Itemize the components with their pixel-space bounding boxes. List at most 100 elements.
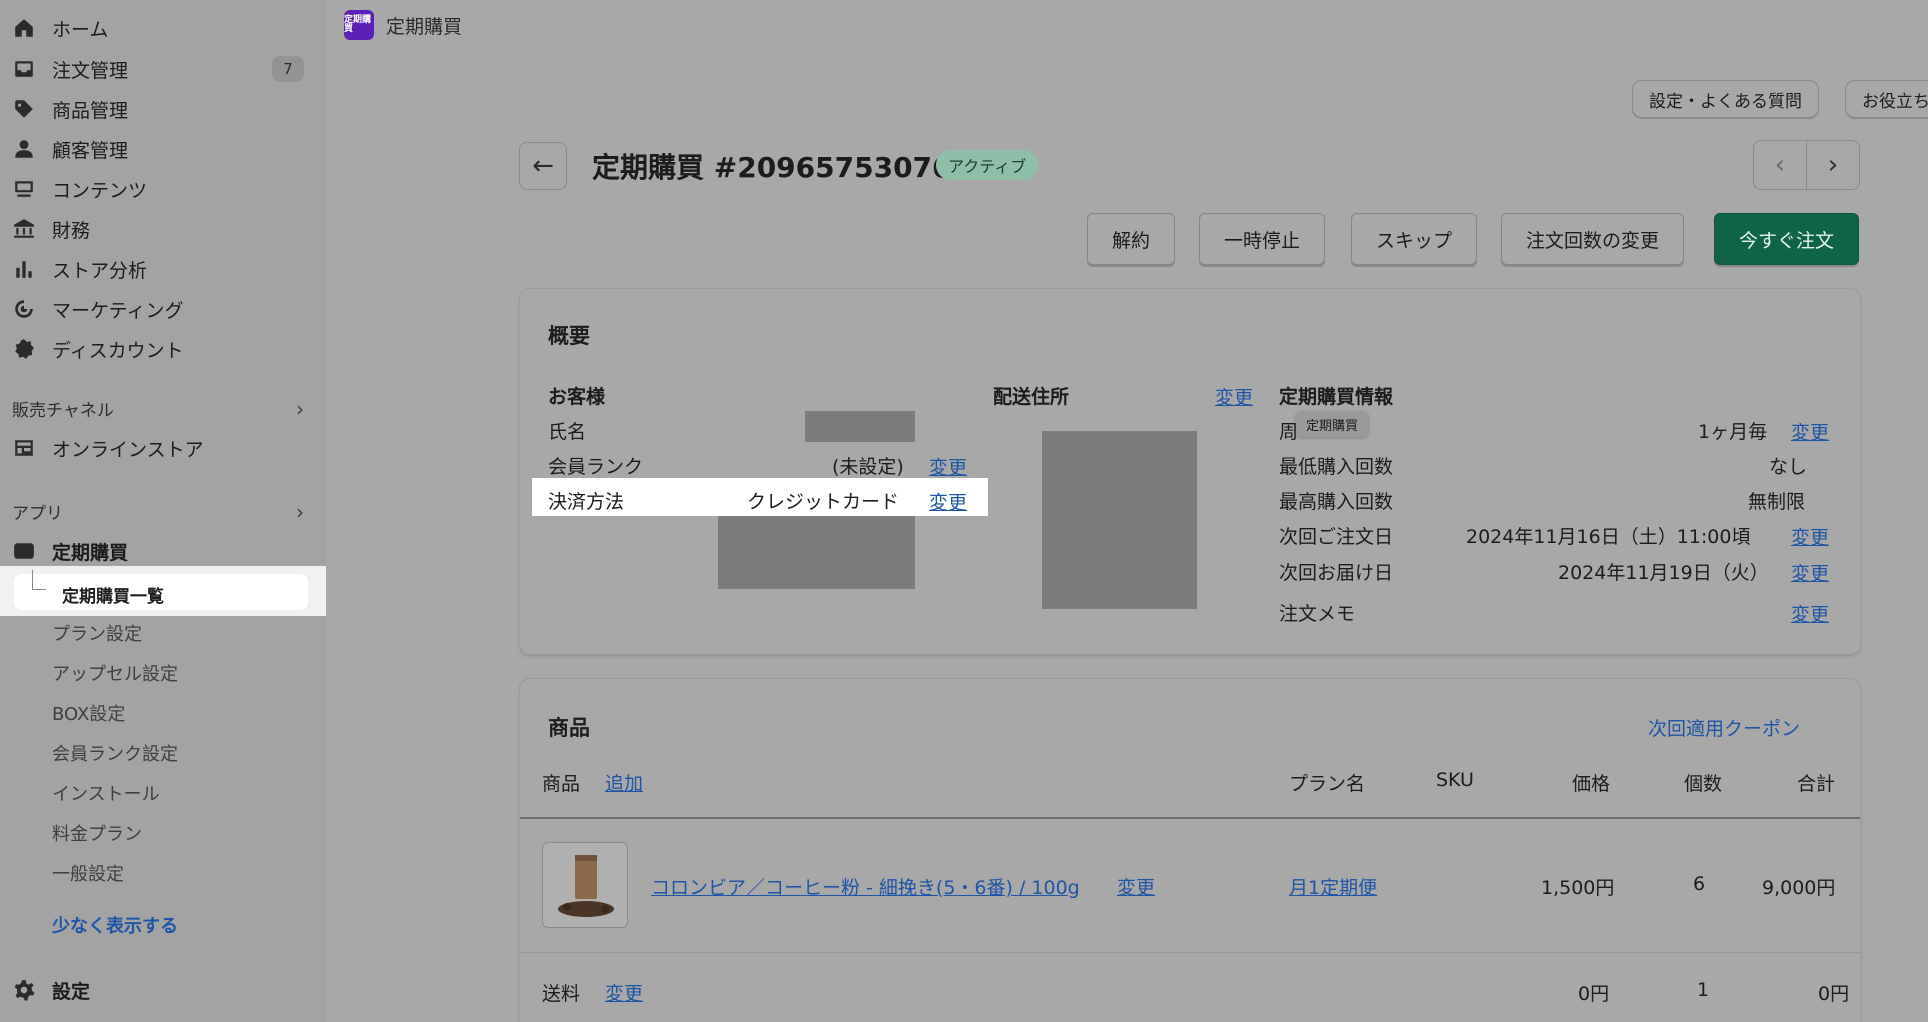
prev-button[interactable]: ‹ bbox=[1753, 140, 1807, 190]
payment-method-label: 決済方法 bbox=[548, 491, 625, 513]
sub-item-plan-settings[interactable]: プラン設定 bbox=[52, 620, 142, 646]
bank-icon bbox=[12, 217, 36, 241]
nav-content-label: コンテンツ bbox=[52, 179, 148, 202]
shipping-fee-label: 送料 bbox=[542, 983, 581, 1005]
column-product: 商品 bbox=[542, 773, 581, 795]
chevron-right-icon: › bbox=[296, 396, 304, 421]
column-price: 価格 bbox=[1572, 773, 1611, 795]
pause-button[interactable]: 一時停止 bbox=[1199, 213, 1326, 265]
member-rank-label: 会員ランク bbox=[548, 456, 644, 478]
nav-online-store[interactable]: オンラインストア bbox=[12, 431, 312, 465]
nav-app-subscription[interactable]: 定期購買 bbox=[12, 534, 312, 568]
nav-online-store-label: オンラインストア bbox=[52, 438, 204, 461]
app-logo: 定期購買 bbox=[344, 10, 374, 40]
nav-finance-label: 財務 bbox=[52, 219, 91, 242]
max-purchase-label: 最高購入回数 bbox=[1279, 491, 1394, 513]
apps-label: アプリ bbox=[12, 504, 63, 524]
chevron-left-icon: ‹ bbox=[1774, 150, 1786, 180]
app-title: 定期購買 bbox=[386, 15, 463, 38]
app-header: 定期購買 定期購買 bbox=[344, 10, 462, 40]
min-purchase-value: なし bbox=[1769, 456, 1808, 478]
faq-button[interactable]: 設定・よくある質問 bbox=[1632, 80, 1819, 118]
sales-channel-label: 販売チャネル bbox=[12, 401, 114, 421]
back-button[interactable]: ← bbox=[519, 142, 567, 190]
shipping-fee-quantity: 1 bbox=[1697, 979, 1710, 1001]
nav-products[interactable]: 商品管理 bbox=[12, 92, 312, 126]
nav-marketing-label: マーケティング bbox=[52, 299, 184, 322]
shipping-fee-price: 0円 bbox=[1578, 983, 1610, 1005]
person-icon bbox=[12, 137, 36, 161]
nav-customers-label: 顧客管理 bbox=[52, 139, 129, 162]
shipping-address-change-link[interactable]: 変更 bbox=[1215, 383, 1253, 410]
sub-item-pricing[interactable]: 料金プラン bbox=[52, 820, 142, 846]
nav-customers[interactable]: 顧客管理 bbox=[12, 132, 312, 166]
next-delivery-date-label: 次回お届け日 bbox=[1279, 562, 1394, 584]
nav-discounts[interactable]: ディスカウント bbox=[12, 332, 312, 366]
skip-button[interactable]: スキップ bbox=[1351, 213, 1478, 265]
sub-item-label: 定期購買一覧 bbox=[62, 587, 164, 607]
next-order-date-change-link[interactable]: 変更 bbox=[1791, 523, 1829, 550]
next-delivery-date-change-link[interactable]: 変更 bbox=[1791, 559, 1829, 586]
product-price: 1,500円 bbox=[1541, 877, 1615, 899]
product-thumbnail bbox=[542, 842, 628, 928]
next-order-date-label: 次回ご注文日 bbox=[1279, 526, 1394, 548]
next-order-date-value: 2024年11月16日（土）11:00頃 bbox=[1466, 526, 1751, 548]
sub-item-box-settings[interactable]: BOX設定 bbox=[52, 700, 125, 726]
cancel-subscription-button[interactable]: 解約 bbox=[1087, 213, 1176, 265]
sub-item-subscription-list[interactable]: 定期購買一覧 bbox=[0, 566, 326, 616]
nav-orders[interactable]: 注文管理 7 bbox=[12, 52, 312, 86]
shipping-fee-total: 0円 bbox=[1818, 983, 1850, 1005]
member-rank-change-link[interactable]: 変更 bbox=[929, 453, 967, 480]
show-less-link[interactable]: 少なく表示する bbox=[52, 912, 178, 938]
nav-marketing[interactable]: マーケティング bbox=[12, 292, 312, 326]
nav-analytics[interactable]: ストア分析 bbox=[12, 252, 312, 286]
product-change-link[interactable]: 変更 bbox=[1117, 873, 1155, 900]
shipping-fee-change-link[interactable]: 変更 bbox=[605, 979, 643, 1006]
add-product-link[interactable]: 追加 bbox=[605, 769, 643, 796]
order-now-button[interactable]: 今すぐ注文 bbox=[1714, 213, 1860, 265]
payment-method-value: クレジットカード bbox=[747, 491, 900, 513]
cycle-change-link[interactable]: 変更 bbox=[1791, 418, 1829, 445]
product-quantity: 6 bbox=[1693, 873, 1706, 895]
column-total: 合計 bbox=[1797, 773, 1836, 795]
sub-item-upsell-settings[interactable]: アップセル設定 bbox=[52, 660, 178, 686]
redacted-shipping-address bbox=[1042, 431, 1197, 609]
arrow-left-icon: ← bbox=[532, 151, 554, 181]
nav-settings[interactable]: 設定 bbox=[12, 973, 312, 1007]
subscription-info-heading: 定期購買情報 bbox=[1279, 386, 1394, 408]
next-delivery-date-value: 2024年11月19日（火） bbox=[1558, 562, 1769, 584]
product-name-link[interactable]: コロンビア／コーヒー粉 - 細挽き(5・6番) / 100g bbox=[651, 873, 1080, 900]
help-button[interactable]: お役立ち bbox=[1845, 80, 1928, 118]
next-button[interactable]: › bbox=[1806, 140, 1860, 190]
row-divider bbox=[520, 952, 1860, 953]
sales-channel-section[interactable]: 販売チャネル › bbox=[12, 396, 312, 422]
payment-method-change-link[interactable]: 変更 bbox=[929, 488, 967, 515]
target-icon bbox=[12, 297, 36, 321]
store-icon bbox=[12, 436, 36, 460]
name-label: 氏名 bbox=[548, 421, 587, 443]
member-rank-value: (未設定) bbox=[832, 456, 904, 478]
plan-name-link[interactable]: 月1定期便 bbox=[1289, 873, 1377, 900]
home-icon bbox=[12, 16, 36, 40]
sub-item-install[interactable]: インストール bbox=[52, 780, 160, 806]
nav-content[interactable]: コンテンツ bbox=[12, 172, 312, 206]
apps-section[interactable]: アプリ › bbox=[12, 499, 312, 525]
redacted-name bbox=[805, 411, 915, 442]
max-purchase-value: 無制限 bbox=[1748, 491, 1806, 513]
nav-home[interactable]: ホーム bbox=[12, 11, 312, 45]
sidebar: ホーム 注文管理 7 商品管理 顧客管理 コンテンツ 財務 ストア分析 マーケテ… bbox=[0, 0, 326, 1022]
change-order-count-button[interactable]: 注文回数の変更 bbox=[1501, 213, 1685, 265]
nav-analytics-label: ストア分析 bbox=[52, 259, 148, 282]
sub-item-general[interactable]: 一般設定 bbox=[52, 860, 124, 886]
nav-discounts-label: ディスカウント bbox=[52, 339, 184, 362]
next-coupon-link[interactable]: 次回適用クーポン bbox=[1648, 714, 1800, 741]
column-quantity: 個数 bbox=[1684, 773, 1723, 795]
column-plan-name: プラン名 bbox=[1289, 773, 1366, 795]
nav-products-label: 商品管理 bbox=[52, 99, 129, 122]
sub-item-rank-settings[interactable]: 会員ランク設定 bbox=[52, 740, 178, 766]
nav-app-label: 定期購買 bbox=[52, 541, 129, 564]
redacted-customer-info bbox=[718, 516, 915, 589]
nav-finance[interactable]: 財務 bbox=[12, 212, 312, 246]
order-memo-change-link[interactable]: 変更 bbox=[1791, 600, 1829, 627]
discount-icon bbox=[12, 337, 36, 361]
